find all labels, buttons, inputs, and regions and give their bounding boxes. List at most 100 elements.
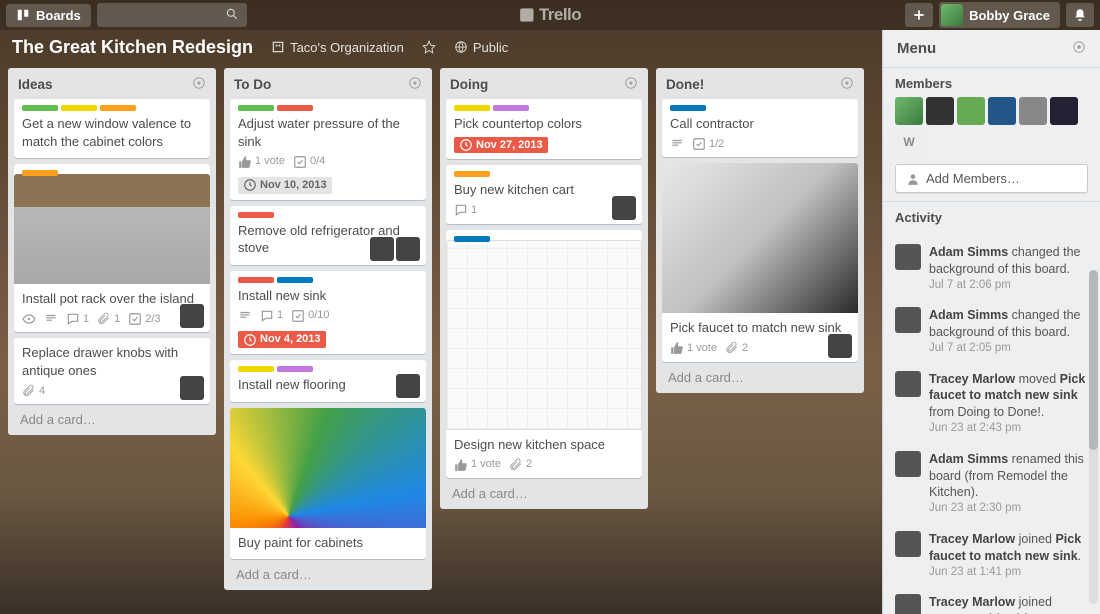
card-title: Install pot rack over the island	[22, 290, 202, 308]
card-cover-image	[446, 240, 642, 430]
card-title: Pick faucet to match new sink	[670, 319, 850, 337]
card[interactable]: Install pot rack over the island112/3	[14, 164, 210, 332]
activity-item[interactable]: Adam Simms changed the background of thi…	[895, 300, 1094, 363]
boards-button[interactable]: Boards	[6, 4, 91, 27]
member-avatar[interactable]: W	[895, 128, 923, 156]
card[interactable]: Pick faucet to match new sink 1 vote2	[662, 163, 858, 361]
bell-icon	[1073, 8, 1087, 22]
card-member-avatar[interactable]	[180, 376, 204, 400]
card[interactable]: Replace drawer knobs with antique ones 4	[14, 338, 210, 404]
card[interactable]: Adjust water pressure of the sink 1 vote 0…	[230, 99, 426, 200]
activity-item[interactable]: Tracey Marlow joined Pick faucet to matc…	[895, 524, 1094, 587]
list-menu-button[interactable]	[840, 76, 854, 93]
card-label	[61, 105, 97, 111]
card[interactable]: Buy paint for cabinets	[230, 408, 426, 560]
attachments-badge: 2	[509, 457, 532, 472]
card[interactable]: Install new sink10/10Nov 4, 2013	[230, 271, 426, 354]
user-menu[interactable]: Bobby Grace	[939, 2, 1060, 28]
card[interactable]: Remove old refrigerator and stove	[230, 206, 426, 265]
star-button[interactable]	[422, 40, 436, 54]
search-input[interactable]	[97, 3, 247, 27]
add-card-button[interactable]: Add a card…	[446, 478, 642, 507]
member-avatar[interactable]	[957, 97, 985, 125]
card-label	[277, 277, 313, 283]
org-link[interactable]: Taco's Organization	[271, 40, 404, 55]
list-title[interactable]: Done!	[666, 77, 704, 92]
board-title[interactable]: The Great Kitchen Redesign	[12, 37, 253, 58]
comments-badge: 1	[260, 308, 283, 323]
list-title[interactable]: To Do	[234, 77, 271, 92]
activity-avatar	[895, 371, 921, 397]
add-card-button[interactable]: Add a card…	[14, 404, 210, 433]
card-member-avatar[interactable]	[370, 237, 394, 261]
due-badge: Nov 27, 2013	[454, 137, 548, 154]
add-card-button[interactable]: Add a card…	[662, 362, 858, 391]
votes-badge: 1 vote	[454, 457, 501, 472]
card[interactable]: Design new kitchen space1 vote2	[446, 230, 642, 478]
globe-icon	[454, 40, 468, 54]
card-label	[22, 170, 58, 176]
watch-badge	[22, 312, 36, 326]
comments-badge: 1	[454, 203, 477, 218]
activity-avatar	[895, 307, 921, 333]
trello-icon	[519, 7, 535, 23]
card-cover-image	[230, 408, 426, 528]
card[interactable]: Call contractor1/2	[662, 99, 858, 157]
card[interactable]: Install new flooring	[230, 360, 426, 402]
card[interactable]: Pick countertop colorsNov 27, 2013	[446, 99, 642, 159]
list-menu-button[interactable]	[624, 76, 638, 93]
app-header: Boards Trello Bobby Grace	[0, 0, 1100, 30]
list: Done! Call contractor1/2 Pick faucet to ma…	[656, 68, 864, 393]
card-label	[454, 105, 490, 111]
card-member-avatar[interactable]	[612, 196, 636, 220]
gear-dot-icon	[1072, 40, 1086, 54]
card-badges: 4	[22, 384, 202, 399]
member-avatar[interactable]	[926, 97, 954, 125]
menu-settings-button[interactable]	[1072, 40, 1086, 57]
card-label	[238, 105, 274, 111]
members-list: W	[895, 97, 1088, 156]
card[interactable]: Get a new window valence to match the ca…	[14, 99, 210, 158]
list-menu-button[interactable]	[192, 76, 206, 93]
card[interactable]: Buy new kitchen cart1	[446, 165, 642, 223]
person-icon	[906, 172, 920, 186]
votes-badge: 1 vote	[238, 154, 285, 169]
card-title: Buy paint for cabinets	[238, 534, 418, 552]
activity-item[interactable]: Tracey Marlow joined Remove old refriger…	[895, 587, 1094, 614]
card-member-avatar[interactable]	[396, 374, 420, 398]
card-label	[454, 171, 490, 177]
member-avatar[interactable]	[1019, 97, 1047, 125]
card-member-avatar[interactable]	[828, 334, 852, 358]
card-badges: 1 vote2	[670, 341, 850, 356]
activity-item[interactable]: Adam Simms changed the background of thi…	[895, 237, 1094, 300]
list-title[interactable]: Doing	[450, 77, 488, 92]
star-icon	[422, 40, 436, 54]
add-members-button[interactable]: Add Members…	[895, 164, 1088, 193]
activity-item[interactable]: Adam Simms renamed this board (from Remo…	[895, 444, 1094, 524]
card-member-avatar[interactable]	[180, 304, 204, 328]
activity-list[interactable]: Adam Simms changed the background of thi…	[883, 233, 1100, 614]
checklist-badge: 0/4	[293, 154, 325, 169]
activity-item[interactable]: Tracey Marlow moved Pick faucet to match…	[895, 364, 1094, 444]
card-label	[670, 105, 706, 111]
card-badges: 1	[454, 203, 634, 218]
visibility-button[interactable]: Public	[454, 40, 508, 55]
card-member-avatar[interactable]	[396, 237, 420, 261]
member-avatar[interactable]	[988, 97, 1016, 125]
member-avatar[interactable]	[895, 97, 923, 125]
notifications-button[interactable]	[1066, 3, 1094, 27]
card-title: Adjust water pressure of the sink	[238, 115, 418, 150]
add-button[interactable]	[905, 3, 933, 27]
scrollbar[interactable]	[1089, 270, 1098, 604]
card-badges: 10/10Nov 4, 2013	[238, 308, 418, 348]
member-avatar[interactable]	[1050, 97, 1078, 125]
list-title[interactable]: Ideas	[18, 77, 53, 92]
activity-avatar	[895, 244, 921, 270]
card-badges: 1 vote 2	[454, 457, 634, 472]
attachments-badge: 2	[725, 341, 748, 356]
list-menu-button[interactable]	[408, 76, 422, 93]
card-title: Replace drawer knobs with antique ones	[22, 344, 202, 379]
add-card-button[interactable]: Add a card…	[230, 559, 426, 588]
trello-logo[interactable]: Trello	[519, 5, 581, 25]
list: To Do Adjust water pressure of the sink 1 …	[224, 68, 432, 590]
